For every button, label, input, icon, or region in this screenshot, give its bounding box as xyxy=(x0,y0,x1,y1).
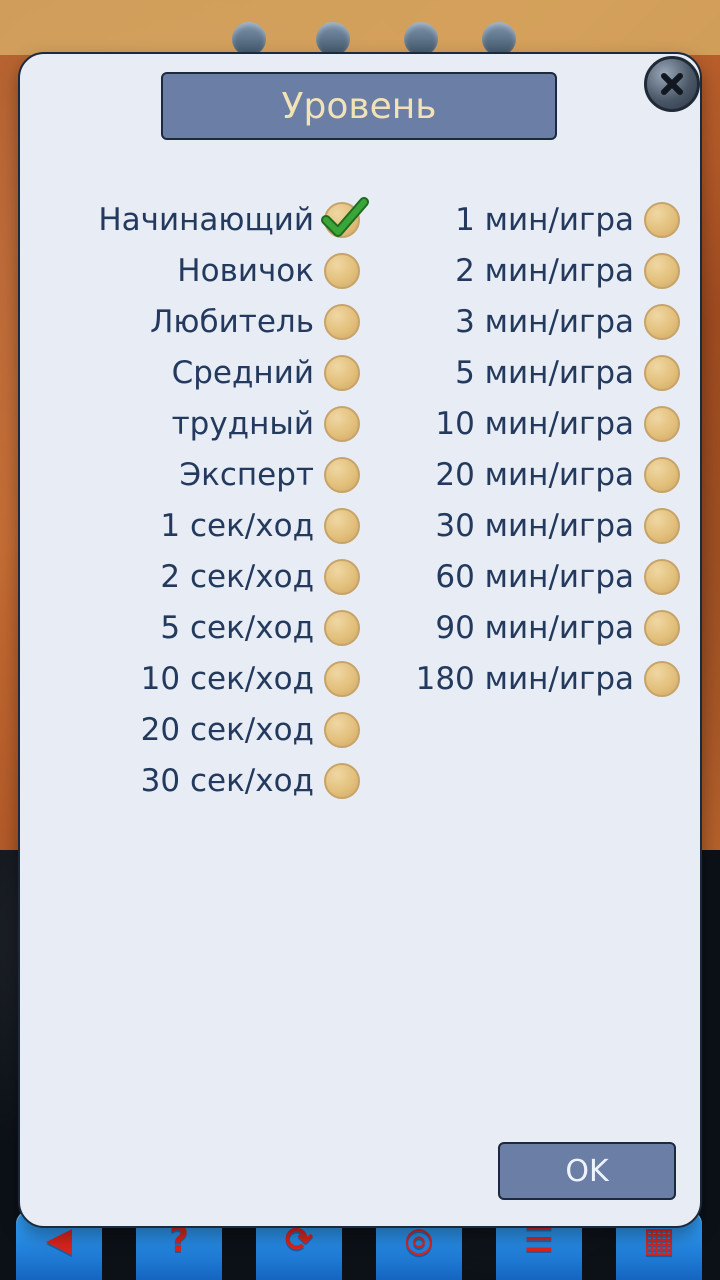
left-option-label: Эксперт xyxy=(179,456,315,493)
left-option[interactable]: Начинающий xyxy=(20,194,369,245)
radio-button[interactable] xyxy=(644,252,680,289)
radio-button[interactable] xyxy=(324,252,360,289)
right-option-label: 10 мин/игра xyxy=(435,405,634,442)
right-option[interactable]: 90 мин/игра xyxy=(380,602,680,653)
dialog-title-box: Уровень xyxy=(161,72,557,140)
right-option[interactable]: 1 мин/игра xyxy=(380,194,680,245)
left-option[interactable]: 30 сек/ход xyxy=(20,755,360,806)
radio-button[interactable] xyxy=(324,456,360,493)
right-option-label: 30 мин/игра xyxy=(435,507,634,544)
left-option-label: 10 сек/ход xyxy=(140,660,314,697)
ok-button[interactable]: OK xyxy=(498,1142,676,1200)
radio-button[interactable] xyxy=(644,405,680,442)
left-option-label: 30 сек/ход xyxy=(140,762,314,799)
radio-button[interactable] xyxy=(644,609,680,646)
checkmark-icon xyxy=(321,196,369,237)
left-option[interactable]: Эксперт xyxy=(20,449,360,500)
radio-button[interactable] xyxy=(324,762,360,799)
right-option[interactable]: 10 мин/игра xyxy=(380,398,680,449)
radio-button[interactable] xyxy=(644,558,680,595)
ok-label: OK xyxy=(565,1153,609,1189)
left-option-label: трудный xyxy=(171,405,314,442)
right-option-label: 180 мин/игра xyxy=(415,660,634,697)
radio-button[interactable] xyxy=(644,507,680,544)
time-per-game-list: 1 мин/игра 2 мин/игра 3 мин/игра 5 мин/игра… xyxy=(380,194,680,704)
right-option[interactable]: 2 мин/игра xyxy=(380,245,680,296)
left-option[interactable]: 20 сек/ход xyxy=(20,704,360,755)
right-option-label: 60 мин/игра xyxy=(435,558,634,595)
radio-button[interactable] xyxy=(324,609,360,646)
chess-piece xyxy=(404,22,438,56)
left-option-label: Любитель xyxy=(150,303,314,340)
radio-button[interactable] xyxy=(644,303,680,340)
radio-button[interactable] xyxy=(324,558,360,595)
radio-button[interactable] xyxy=(321,196,369,238)
radio-button[interactable] xyxy=(324,303,360,340)
left-option[interactable]: 2 сек/ход xyxy=(20,551,360,602)
left-option[interactable]: 10 сек/ход xyxy=(20,653,360,704)
right-option-label: 5 мин/игра xyxy=(455,354,634,391)
right-option[interactable]: 20 мин/игра xyxy=(380,449,680,500)
radio-button[interactable] xyxy=(644,456,680,493)
radio-button[interactable] xyxy=(324,354,360,391)
chess-piece xyxy=(316,22,350,56)
chess-piece xyxy=(232,22,266,56)
right-option-label: 1 мин/игра xyxy=(455,201,634,238)
radio-button[interactable] xyxy=(644,201,680,238)
dialog-title: Уровень xyxy=(281,85,437,127)
left-option-label: 5 сек/ход xyxy=(160,609,314,646)
left-option-label: 1 сек/ход xyxy=(160,507,314,544)
right-option-label: 3 мин/игра xyxy=(455,303,634,340)
right-option-label: 90 мин/игра xyxy=(435,609,634,646)
close-button[interactable] xyxy=(644,56,700,112)
left-option[interactable]: Новичок xyxy=(20,245,360,296)
time-per-move-and-difficulty-list: Начинающий Новичок Любитель Средний трудный Э… xyxy=(20,194,369,806)
right-option[interactable]: 30 мин/игра xyxy=(380,500,680,551)
left-option-label: 2 сек/ход xyxy=(160,558,314,595)
left-option-label: Начинающий xyxy=(98,201,314,238)
right-option[interactable]: 60 мин/игра xyxy=(380,551,680,602)
radio-button[interactable] xyxy=(324,405,360,442)
left-option[interactable]: трудный xyxy=(20,398,360,449)
right-option[interactable]: 180 мин/игра xyxy=(380,653,680,704)
radio-button[interactable] xyxy=(324,711,360,748)
left-option-label: 20 сек/ход xyxy=(140,711,314,748)
right-option[interactable]: 5 мин/игра xyxy=(380,347,680,398)
close-icon xyxy=(661,73,683,95)
radio-button[interactable] xyxy=(324,660,360,697)
board-top-strip xyxy=(0,0,720,55)
left-option[interactable]: 1 сек/ход xyxy=(20,500,360,551)
left-option[interactable]: Любитель xyxy=(20,296,360,347)
left-option[interactable]: Средний xyxy=(20,347,360,398)
level-dialog: Уровень Начинающий Новичок Любитель Средний… xyxy=(18,52,702,1228)
chess-piece xyxy=(482,22,516,56)
left-option-label: Средний xyxy=(171,354,314,391)
left-option-label: Новичок xyxy=(177,252,314,289)
right-option-label: 2 мин/игра xyxy=(455,252,634,289)
radio-button[interactable] xyxy=(644,354,680,391)
radio-button[interactable] xyxy=(644,660,680,697)
right-option-label: 20 мин/игра xyxy=(435,456,634,493)
radio-button[interactable] xyxy=(324,507,360,544)
left-option[interactable]: 5 сек/ход xyxy=(20,602,360,653)
right-option[interactable]: 3 мин/игра xyxy=(380,296,680,347)
